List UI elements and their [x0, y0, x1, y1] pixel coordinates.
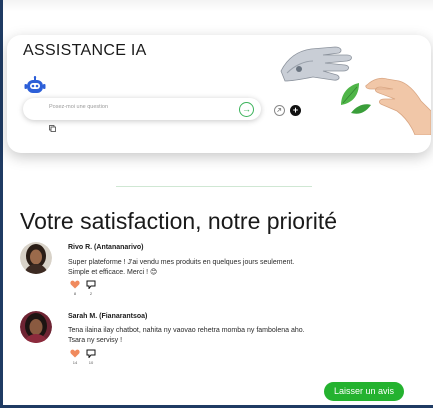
leave-review-button[interactable]: Laisser un avis	[324, 382, 404, 401]
heart-icon[interactable]	[70, 280, 80, 289]
review-text: Super plateforme ! J'ai vendu mes produi…	[68, 258, 398, 277]
like-count: 8	[73, 291, 77, 296]
review-line: Tsara ny servisy !	[68, 336, 123, 344]
human-hand-illustration	[365, 77, 431, 135]
share-button[interactable]	[274, 105, 285, 116]
arrow-right-icon: →	[242, 104, 251, 114]
comment-count: 10	[88, 360, 94, 365]
robot-icon	[24, 76, 46, 93]
ai-assistant-card: ASSISTANCE IA Posez-moi une question → +	[7, 35, 431, 153]
comment-count: 2	[89, 291, 93, 296]
window-left-border	[0, 0, 3, 408]
plus-icon: +	[292, 105, 299, 115]
assistant-title: ASSISTANCE IA	[23, 42, 147, 59]
heart-icon[interactable]	[70, 349, 80, 358]
like-count: 14	[72, 360, 78, 365]
review-line: Super plateforme ! J'ai vendu mes produi…	[68, 259, 295, 266]
send-button[interactable]: →	[239, 102, 254, 117]
assistant-search-input[interactable]: Posez-moi une question →	[23, 98, 261, 120]
arrow-up-right-icon	[277, 108, 282, 112]
review-line: Tena ilaina ilay chatbot, nahita ny vaov…	[68, 327, 305, 334]
reaction-row: 8 2	[70, 280, 130, 298]
comment-icon[interactable]	[86, 349, 96, 358]
testimonials-heading: Votre satisfaction, notre priorité	[20, 208, 338, 234]
search-placeholder: Posez-moi une question	[49, 104, 109, 110]
section-divider	[116, 186, 312, 187]
review-text: Tena ilaina ilay chatbot, nahita ny vaov…	[68, 326, 398, 345]
review-card: Sarah M. (Fianarantsoa) Tena ilaina ilay…	[20, 311, 420, 371]
avatar	[20, 242, 52, 274]
reaction-row: 14 10	[70, 349, 130, 367]
review-line: Simple et efficace. Merci ! 😊	[68, 268, 158, 276]
avatar	[20, 311, 52, 343]
reviewer-name: Rivo R. (Antananarivo)	[68, 244, 144, 251]
reviewer-name: Sarah M. (Fianarantsoa)	[68, 313, 148, 320]
comment-icon[interactable]	[86, 280, 96, 289]
review-card: Rivo R. (Antananarivo) Super plateforme …	[20, 242, 420, 302]
copy-icon[interactable]	[49, 125, 56, 132]
browser-top-edge	[0, 0, 433, 12]
add-button[interactable]: +	[290, 105, 301, 116]
